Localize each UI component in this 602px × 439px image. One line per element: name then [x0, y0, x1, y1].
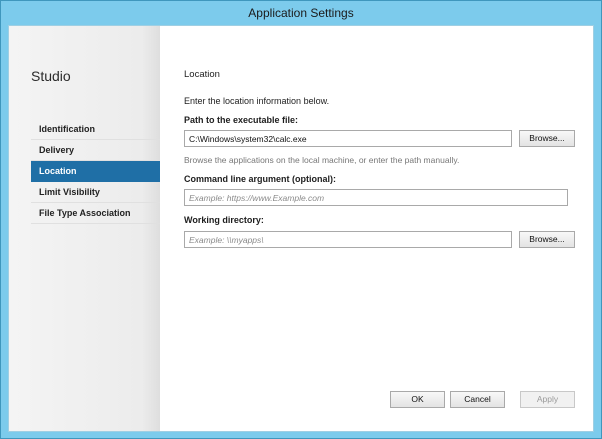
- section-title: Location: [184, 69, 220, 80]
- sidebar: Studio Identification Delivery Location …: [9, 26, 168, 431]
- ok-button[interactable]: OK: [390, 391, 445, 408]
- window-title: Application Settings: [248, 6, 354, 20]
- executable-path-hint: Browse the applications on the local mac…: [184, 155, 460, 165]
- apply-button[interactable]: Apply: [520, 391, 575, 408]
- working-directory-label: Working directory:: [184, 215, 264, 225]
- main-panel: Location Enter the location information …: [160, 26, 593, 431]
- command-line-input[interactable]: [184, 189, 568, 206]
- sidebar-item-delivery[interactable]: Delivery: [31, 140, 160, 161]
- executable-path-input[interactable]: [184, 130, 512, 147]
- intro-text: Enter the location information below.: [184, 96, 330, 106]
- browse-working-directory-button[interactable]: Browse...: [519, 231, 575, 248]
- sidebar-nav: Identification Delivery Location Limit V…: [31, 119, 168, 224]
- sidebar-item-location[interactable]: Location: [31, 161, 168, 182]
- sidebar-item-identification[interactable]: Identification: [31, 119, 160, 140]
- application-settings-window: Application Settings Studio Identificati…: [0, 0, 602, 439]
- command-line-label: Command line argument (optional):: [184, 174, 336, 184]
- sidebar-title: Studio: [31, 68, 71, 84]
- browse-executable-button[interactable]: Browse...: [519, 130, 575, 147]
- dialog-client-area: Studio Identification Delivery Location …: [8, 25, 594, 432]
- executable-path-label: Path to the executable file:: [184, 115, 299, 125]
- working-directory-input[interactable]: [184, 231, 512, 248]
- cancel-button[interactable]: Cancel: [450, 391, 505, 408]
- sidebar-item-file-type-association[interactable]: File Type Association: [31, 203, 160, 224]
- sidebar-item-limit-visibility[interactable]: Limit Visibility: [31, 182, 160, 203]
